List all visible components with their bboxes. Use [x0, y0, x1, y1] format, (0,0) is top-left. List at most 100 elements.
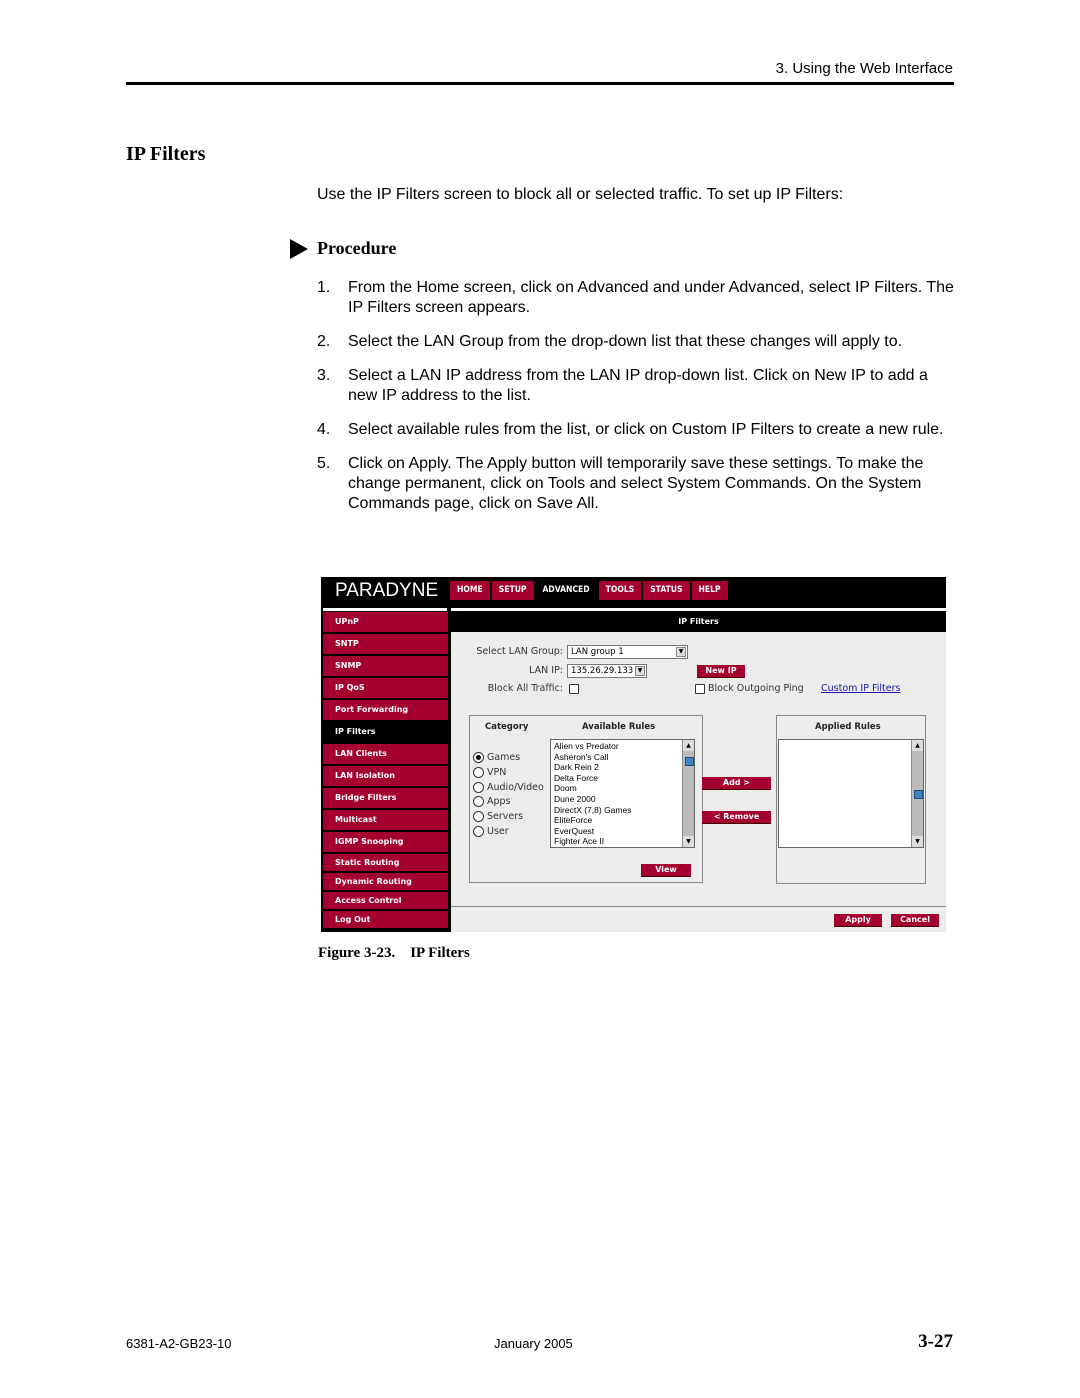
radio-icon [473, 796, 484, 807]
paradyne-logo: PARADYNE [335, 580, 439, 601]
tab-help[interactable]: HELP [691, 581, 728, 600]
sidebar-item-upnp[interactable]: UPnP [323, 612, 448, 632]
sidebar-item-ip-filters[interactable]: IP Filters [323, 722, 448, 742]
sidebar-item-static-routing[interactable]: Static Routing [323, 854, 448, 871]
radio-label: User [487, 826, 509, 837]
radio-label: Apps [487, 796, 511, 807]
block-outgoing-ping-label: Block Outgoing Ping [708, 683, 804, 694]
cancel-button[interactable]: Cancel [891, 914, 939, 927]
scroll-up-icon[interactable]: ▲ [683, 740, 694, 751]
step-number: 5. [317, 455, 331, 472]
list-item[interactable]: Alien vs Predator [554, 741, 631, 752]
available-rules-list[interactable]: Alien vs Predator Asheron's Call Dark Re… [550, 739, 695, 848]
radio-label: Servers [487, 811, 524, 822]
tab-home[interactable]: HOME [450, 581, 490, 600]
list-item[interactable]: DirectX (7,8) Games [554, 805, 631, 816]
step: 5. Click on Apply. The Apply button will … [317, 454, 957, 514]
step: 4. Select available rules from the list,… [317, 420, 957, 440]
doc-date: January 2005 [494, 1336, 573, 1351]
category-radio-user[interactable]: User [473, 826, 509, 837]
list-item[interactable]: Fighter Ace II [554, 836, 631, 847]
triangle-bullet-icon [290, 238, 308, 259]
tab-setup[interactable]: SETUP [491, 581, 534, 600]
sidebar-item-dynamic-routing[interactable]: Dynamic Routing [323, 873, 448, 890]
category-radio-audio-video[interactable]: Audio/Video [473, 782, 544, 793]
radio-label: Audio/Video [487, 782, 544, 793]
sidebar-item-ip-qos[interactable]: IP QoS [323, 678, 448, 698]
scroll-up-icon[interactable]: ▲ [912, 740, 923, 751]
remove-button[interactable]: < Remove [702, 811, 771, 824]
lan-group-value: LAN group 1 [571, 647, 624, 657]
radio-label: Games [487, 752, 521, 763]
chevron-down-icon[interactable]: ▼ [676, 647, 686, 657]
block-outgoing-ping-checkbox[interactable] [695, 684, 705, 694]
lan-ip-select[interactable]: 135.26.29.133 ▼ [567, 664, 647, 678]
radio-icon [473, 826, 484, 837]
main-tabs: HOME SETUP ADVANCED TOOLS STATUS HELP [450, 581, 730, 600]
sidebar-item-lan-isolation[interactable]: LAN Isolation [323, 766, 448, 786]
scrollbar[interactable]: ▲ ▼ [682, 740, 694, 847]
sidebar-item-snmp[interactable]: SNMP [323, 656, 448, 676]
applied-rules-panel: Applied Rules ▲ ▼ [776, 715, 926, 884]
tab-tools[interactable]: TOOLS [598, 581, 642, 600]
category-radio-vpn[interactable]: VPN [473, 767, 506, 778]
category-header: Category [485, 722, 529, 732]
category-radio-apps[interactable]: Apps [473, 796, 511, 807]
list-item[interactable]: EverQuest [554, 826, 631, 837]
sidebar-item-multicast[interactable]: Multicast [323, 810, 448, 830]
scrollbar[interactable]: ▲ ▼ [911, 740, 923, 847]
lan-ip-label: LAN IP: [529, 665, 563, 676]
category-radio-servers[interactable]: Servers [473, 811, 523, 822]
apply-button[interactable]: Apply [834, 914, 882, 927]
radio-icon [473, 811, 484, 822]
list-item[interactable]: Delta Force [554, 773, 631, 784]
sidebar-item-lan-clients[interactable]: LAN Clients [323, 744, 448, 764]
sidebar-item-log-out[interactable]: Log Out [323, 911, 448, 928]
sidebar-item-bridge-filters[interactable]: Bridge Filters [323, 788, 448, 808]
scroll-thumb[interactable] [914, 790, 923, 799]
sidebar-item-access-control[interactable]: Access Control [323, 892, 448, 909]
section-title: 3. Using the Web Interface [775, 60, 953, 77]
list-item[interactable]: Asheron's Call [554, 752, 631, 763]
scroll-thumb[interactable] [685, 757, 694, 766]
rules-items: Alien vs Predator Asheron's Call Dark Re… [554, 741, 631, 847]
add-button[interactable]: Add > [702, 777, 771, 790]
view-button[interactable]: View [641, 864, 691, 877]
tab-advanced[interactable]: ADVANCED [535, 581, 597, 600]
sidebar-item-port-forwarding[interactable]: Port Forwarding [323, 700, 448, 720]
tab-status[interactable]: STATUS [643, 581, 690, 600]
list-item[interactable]: EliteForce [554, 815, 631, 826]
chevron-down-icon[interactable]: ▼ [635, 666, 645, 676]
step-text: Select a LAN IP address from the LAN IP … [348, 367, 928, 404]
step-text: Select the LAN Group from the drop-down … [348, 333, 903, 350]
applied-rules-header: Applied Rules [815, 722, 881, 732]
applied-rules-list[interactable]: ▲ ▼ [778, 739, 924, 848]
sidebar-item-sntp[interactable]: SNTP [323, 634, 448, 654]
intro-text: Use the IP Filters screen to block all o… [317, 186, 844, 203]
block-all-traffic-checkbox[interactable] [569, 684, 579, 694]
step-number: 4. [317, 421, 331, 438]
lan-ip-value: 135.26.29.133 [571, 666, 634, 676]
scroll-down-icon[interactable]: ▼ [912, 836, 923, 847]
step-number: 3. [317, 367, 331, 384]
procedure-steps: 1. From the Home screen, click on Advance… [317, 278, 957, 528]
step-text: Click on Apply. The Apply button will te… [348, 455, 924, 512]
lan-group-label: Select LAN Group: [476, 646, 563, 657]
list-item[interactable]: Dark Rein 2 [554, 762, 631, 773]
header-rule [126, 82, 954, 85]
scroll-down-icon[interactable]: ▼ [683, 836, 694, 847]
step: 3. Select a LAN IP address from the LAN I… [317, 366, 957, 406]
divider [323, 608, 447, 611]
custom-ip-filters-link[interactable]: Custom IP Filters [821, 683, 900, 694]
ip-filters-screenshot: PARADYNE HOME SETUP ADVANCED TOOLS STATU… [321, 577, 946, 932]
top-nav-bar: PARADYNE HOME SETUP ADVANCED TOOLS STATU… [321, 577, 946, 604]
lan-group-select[interactable]: LAN group 1 ▼ [567, 645, 688, 659]
content-title: IP Filters [451, 612, 946, 632]
step: 2. Select the LAN Group from the drop-dow… [317, 332, 957, 352]
list-item[interactable]: Dune 2000 [554, 794, 631, 805]
category-radio-games[interactable]: Games [473, 752, 520, 763]
list-item[interactable]: Doom [554, 783, 631, 794]
divider [451, 906, 946, 907]
sidebar-item-igmp-snooping[interactable]: IGMP Snooping [323, 832, 448, 852]
new-ip-button[interactable]: New IP [697, 665, 745, 678]
